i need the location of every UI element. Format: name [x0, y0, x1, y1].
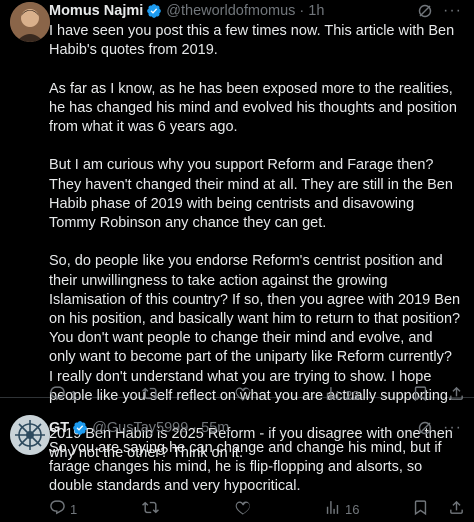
tweet-reply-gt[interactable]: GT @GusTay5999 · 55m ··· So you are sayi…: [0, 399, 474, 522]
tweet-header: GT @GusTay5999 · 55m ···: [49, 417, 462, 439]
avatar[interactable]: [10, 2, 50, 42]
verified-badge-icon: [146, 3, 162, 19]
verified-badge-icon: [72, 420, 88, 436]
time-separator: ·: [192, 420, 198, 436]
views-button[interactable]: 16: [324, 499, 359, 519]
reply-button[interactable]: 1: [49, 499, 77, 519]
like-button[interactable]: [235, 499, 256, 519]
bookmark-button[interactable]: [412, 499, 429, 519]
author-name[interactable]: Momus Najmi: [49, 3, 143, 19]
tweet-actions: 1 16: [49, 498, 465, 520]
tweet-header: Momus Najmi @theworldofmomus · 1h ···: [49, 0, 462, 22]
author-name[interactable]: GT: [49, 420, 69, 436]
reply-icon: [49, 499, 66, 519]
retweet-icon: [142, 499, 159, 519]
views-count: 16: [345, 501, 360, 517]
author-handle[interactable]: @GusTay5999: [92, 420, 188, 436]
retweet-button[interactable]: [142, 499, 163, 519]
like-icon: [235, 499, 252, 519]
timestamp[interactable]: 55m: [201, 420, 229, 436]
bookmark-icon: [412, 499, 429, 519]
more-icon[interactable]: ···: [443, 3, 462, 19]
tweet-text: So you are saying he can change and chan…: [49, 440, 446, 495]
timestamp[interactable]: 1h: [308, 3, 324, 19]
reply-count: 1: [70, 501, 78, 517]
grok-icon[interactable]: [417, 3, 433, 19]
share-button[interactable]: [448, 499, 465, 519]
views-icon: [324, 499, 341, 519]
more-icon[interactable]: ···: [443, 420, 462, 436]
author-handle[interactable]: @theworldofmomus: [166, 3, 295, 19]
grok-icon[interactable]: [417, 420, 433, 436]
tweet-reply-momus[interactable]: Momus Najmi @theworldofmomus · 1h ··· I …: [0, 0, 474, 461]
time-separator: ·: [299, 3, 305, 19]
avatar[interactable]: [10, 415, 50, 455]
share-icon: [448, 499, 465, 519]
